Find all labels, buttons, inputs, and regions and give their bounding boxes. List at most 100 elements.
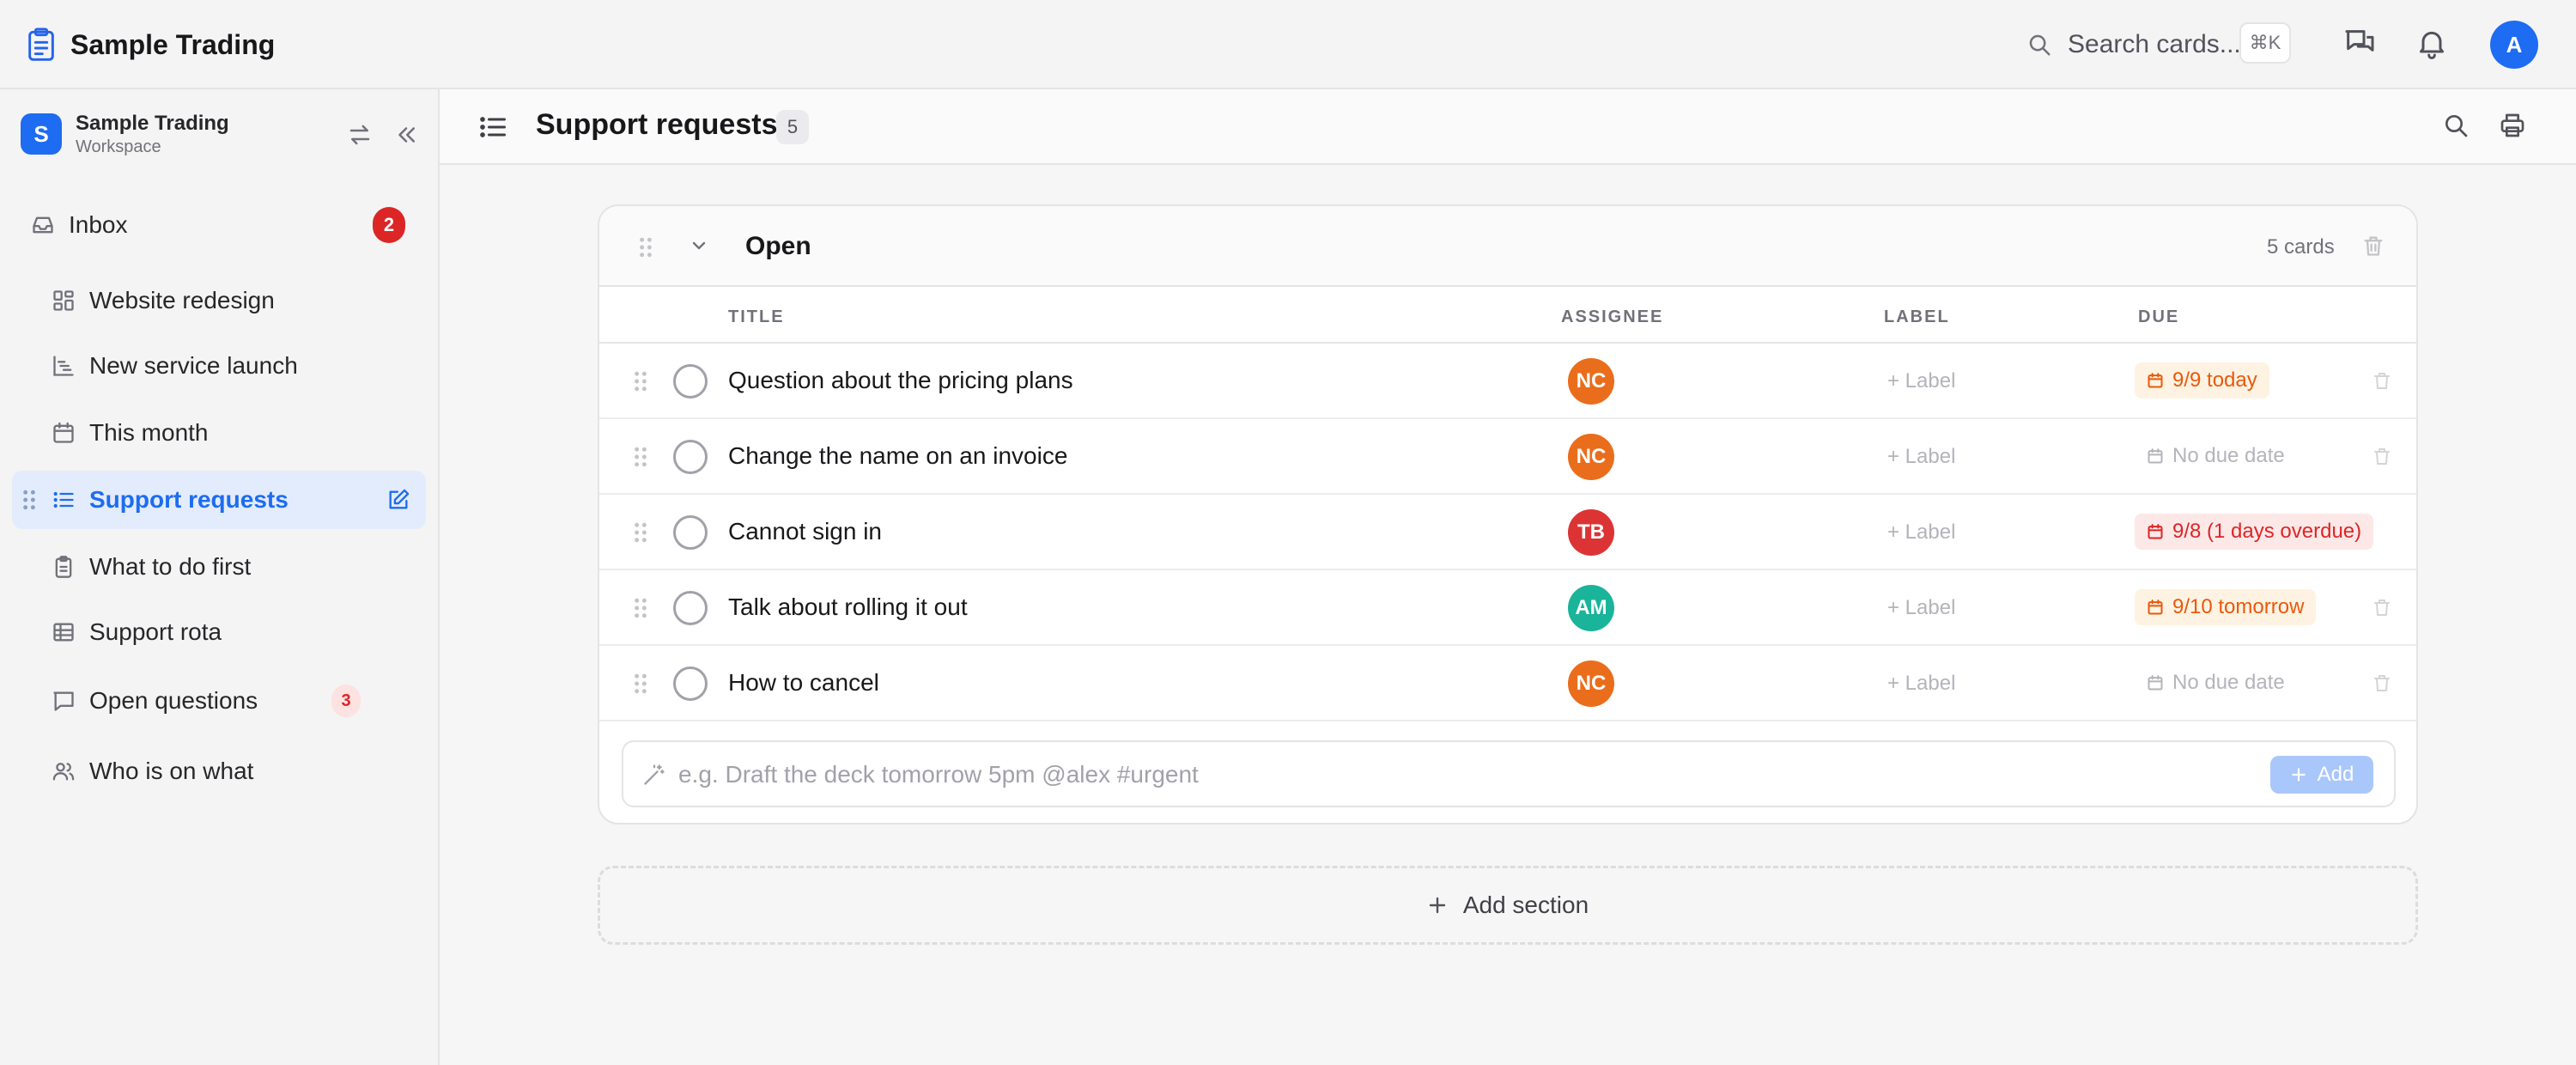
sidebar-item-label: Website redesign [89,287,275,313]
drag-handle-icon[interactable] [632,672,649,696]
add-label-button[interactable]: + Label [1887,445,1955,469]
table-icon [52,620,76,644]
drag-handle-icon[interactable] [632,596,649,620]
column-header-assignee[interactable]: ASSIGNEE [1561,307,1663,327]
due-date-text: 9/8 (1 days overdue) [2172,520,2362,543]
chat-icon[interactable] [2342,26,2377,60]
sidebar-item-support-rota[interactable]: Support rota [12,603,426,661]
add-label-button[interactable]: + Label [1887,520,1955,545]
due-date-badge[interactable]: 9/10 tomorrow [2135,589,2317,625]
table-row[interactable]: How to cancel NC + Label No due date [599,646,2416,721]
due-date-text: 9/9 today [2172,368,2257,392]
section-title[interactable]: Open [745,232,811,261]
calendar-icon [2147,447,2164,465]
drag-handle-icon[interactable] [632,445,649,469]
chat-icon [52,689,76,713]
timeline-icon [52,354,76,378]
due-date-text: No due date [2172,671,2285,694]
column-header-label[interactable]: LABEL [1884,307,1950,327]
sidebar-item-this-month[interactable]: This month [12,404,426,462]
assignee-avatar[interactable]: TB [1568,509,1614,556]
delete-row-icon[interactable] [2372,672,2392,694]
drag-handle-icon[interactable] [632,369,649,393]
assignee-avatar[interactable]: NC [1568,660,1614,707]
sidebar-item-label: This month [89,419,209,446]
drag-handle-icon[interactable] [637,235,654,259]
table-row[interactable]: Change the name on an invoice NC + Label… [599,419,2416,495]
sidebar-item-new-service-launch[interactable]: New service launch [12,337,426,395]
quick-add-input[interactable] [678,751,2224,799]
due-date-badge[interactable]: No due date [2135,665,2297,701]
task-title[interactable]: Cannot sign in [728,518,882,545]
task-title[interactable]: How to cancel [728,669,879,697]
sidebar-item-what-to-do-first[interactable]: What to do first [12,538,426,596]
sidebar: S Sample Trading Workspace Inbox 2 Websi… [0,89,440,1065]
search-icon[interactable] [2442,112,2470,139]
sidebar-item-who-is-on-what[interactable]: Who is on what [12,742,426,800]
due-date-badge[interactable]: No due date [2135,438,2297,474]
due-date-text: No due date [2172,444,2285,467]
clipboard-icon [52,555,76,579]
chevron-down-icon[interactable] [689,235,709,256]
print-icon[interactable] [2499,112,2526,139]
bell-icon[interactable] [2415,26,2449,60]
calendar-icon [2147,523,2164,540]
table-row[interactable]: Talk about rolling it out AM + Label 9/1… [599,570,2416,646]
edit-icon[interactable] [386,488,410,512]
sidebar-item-label: What to do first [89,553,252,580]
complete-checkbox[interactable] [673,515,708,550]
assignee-avatar[interactable]: NC [1568,434,1614,480]
due-date-badge[interactable]: 9/9 today [2135,362,2269,399]
quick-add-bar: Add [622,740,2396,807]
task-title[interactable]: Talk about rolling it out [728,593,968,621]
user-avatar[interactable]: A [2490,21,2538,69]
delete-row-icon[interactable] [2372,369,2392,392]
add-card-label: Add [2317,763,2354,786]
column-header-title[interactable]: TITLE [728,307,785,327]
sidebar-item-open-questions[interactable]: Open questions 3 [12,672,426,730]
switch-workspace-icon[interactable] [347,122,373,148]
sidebar-item-label: Open questions [89,687,258,714]
drag-handle-icon[interactable] [632,520,649,545]
workspace-badge[interactable]: S [21,113,62,155]
sidebar-item-website-redesign[interactable]: Website redesign [12,271,426,330]
search-cards-button[interactable]: Search cards... [2026,22,2241,67]
search-cards-label: Search cards... [2068,30,2241,58]
page-title: Support requests [536,108,778,141]
table-row[interactable]: Question about the pricing plans NC + La… [599,344,2416,419]
calendar-icon [2147,674,2164,691]
complete-checkbox[interactable] [673,364,708,399]
sidebar-item-support-requests[interactable]: Support requests [12,471,426,529]
workspace-subtitle: Workspace [76,137,161,156]
drag-handle-icon[interactable] [21,488,38,512]
add-section-button[interactable]: Add section [598,866,2418,945]
complete-checkbox[interactable] [673,440,708,474]
search-icon [2026,32,2052,58]
add-label-button[interactable]: + Label [1887,596,1955,620]
workspace-name[interactable]: Sample Trading [76,112,229,136]
complete-checkbox[interactable] [673,591,708,625]
calendar-icon [2147,372,2164,389]
add-label-button[interactable]: + Label [1887,672,1955,696]
task-title[interactable]: Question about the pricing plans [728,367,1073,394]
collapse-sidebar-icon[interactable] [393,122,419,148]
delete-row-icon[interactable] [2372,445,2392,467]
delete-section-icon[interactable] [2361,234,2385,258]
column-headers: TITLE ASSIGNEE LABEL DUE [599,289,2416,344]
assignee-avatar[interactable]: NC [1568,358,1614,405]
app-name: Sample Trading [70,29,276,60]
search-shortcut-badge: ⌘K [2239,22,2291,64]
list-view-icon[interactable] [477,112,508,143]
complete-checkbox[interactable] [673,666,708,701]
task-title[interactable]: Change the name on an invoice [728,442,1067,470]
page-header: Support requests 5 [440,89,2576,165]
magic-wand-icon [642,763,666,787]
add-label-button[interactable]: + Label [1887,369,1955,393]
due-date-badge[interactable]: 9/8 (1 days overdue) [2135,514,2374,550]
column-header-due[interactable]: DUE [2138,307,2179,327]
delete-row-icon[interactable] [2372,596,2392,618]
assignee-avatar[interactable]: AM [1568,585,1614,631]
add-card-button[interactable]: Add [2270,756,2373,794]
sidebar-item-inbox[interactable]: Inbox 2 [12,196,426,254]
table-row[interactable]: Cannot sign in TB + Label 9/8 (1 days ov… [599,495,2416,570]
